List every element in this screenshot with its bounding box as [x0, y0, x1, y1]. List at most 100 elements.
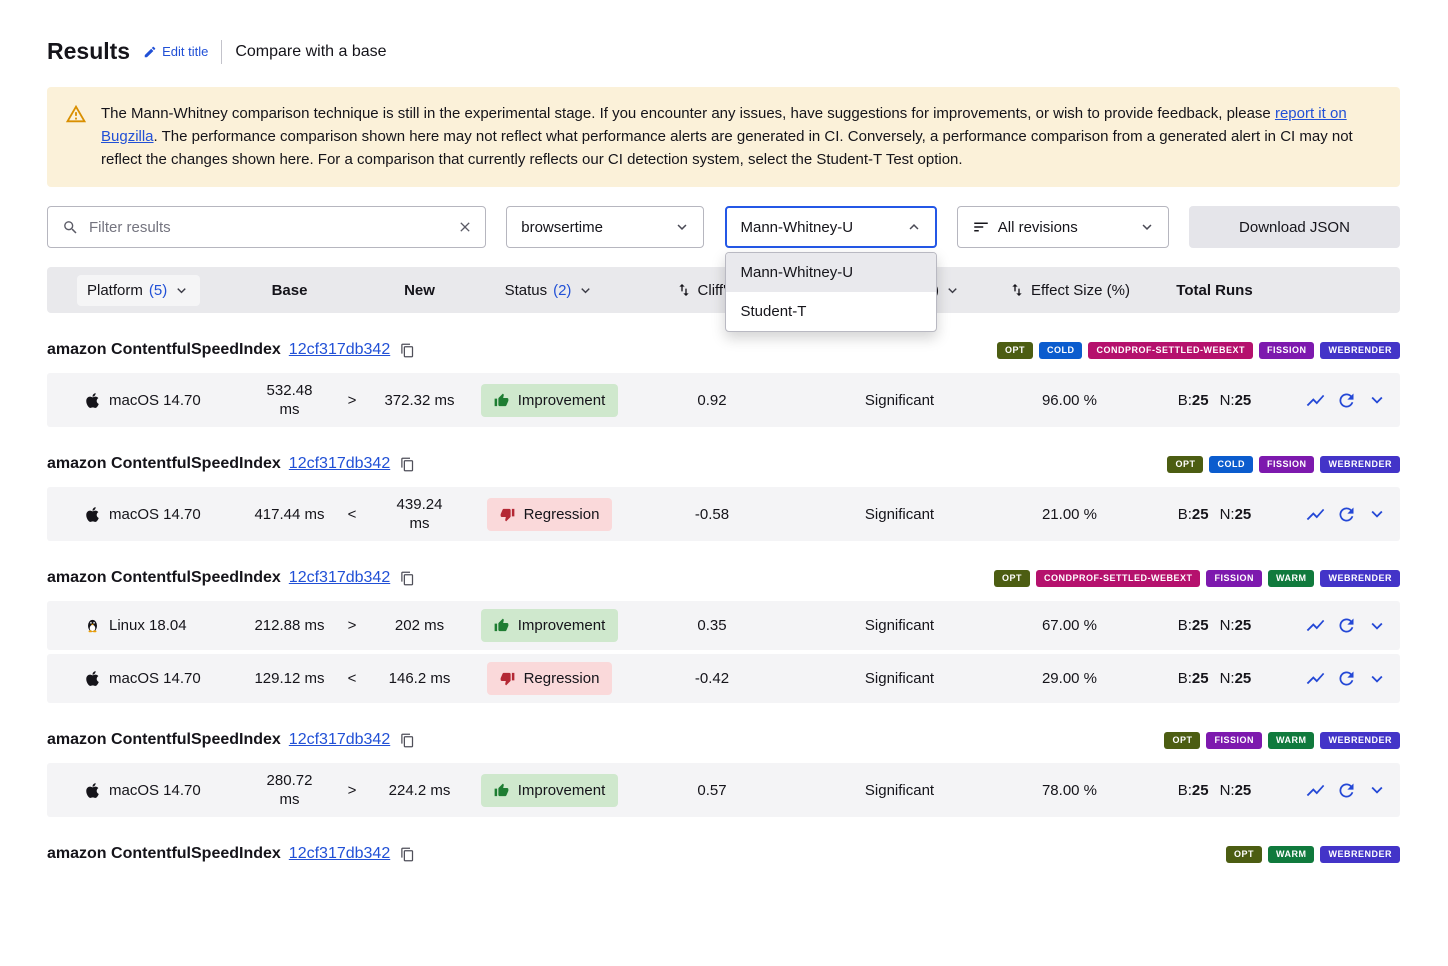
new-runs: N:25: [1220, 617, 1252, 634]
total-runs-value: B:25N:25: [1132, 782, 1297, 799]
graph-button[interactable]: [1305, 390, 1326, 411]
tag-badge: FISSION: [1206, 732, 1262, 749]
tag-badge: FISSION: [1259, 342, 1315, 359]
copy-icon: [400, 571, 415, 586]
refresh-icon: [1336, 390, 1357, 411]
expand-row-button[interactable]: [1366, 779, 1388, 801]
edit-title-label: Edit title: [162, 44, 208, 59]
platform-filter-dropdown[interactable]: Platform (5): [77, 275, 200, 306]
chevron-down-icon: [173, 282, 190, 299]
test-dropdown[interactable]: Mann-Whitney-U: [725, 206, 937, 248]
revision-link[interactable]: 12cf317db342: [289, 455, 390, 473]
tag-badge: WARM: [1268, 570, 1315, 587]
clear-search-button[interactable]: [457, 219, 473, 235]
new-runs: N:25: [1220, 392, 1252, 409]
search-input[interactable]: [89, 219, 447, 236]
copy-button[interactable]: [400, 571, 415, 586]
test-option-menu-item[interactable]: Mann-Whitney-U: [726, 253, 936, 292]
copy-icon: [400, 343, 415, 358]
tag-badge: WEBRENDER: [1320, 342, 1400, 359]
revision-link[interactable]: 12cf317db342: [289, 845, 390, 863]
base-value: 129.12 ms: [247, 669, 332, 688]
new-runs-count: 25: [1235, 782, 1252, 799]
cliffs-delta-value: 0.35: [632, 616, 792, 635]
base-runs-label: B:: [1178, 782, 1192, 799]
expand-row-button[interactable]: [1366, 389, 1388, 411]
graph-button[interactable]: [1305, 504, 1326, 525]
expand-row-button[interactable]: [1366, 503, 1388, 525]
copy-button[interactable]: [400, 847, 415, 862]
graph-button[interactable]: [1305, 615, 1326, 636]
status-column-label: Status: [505, 282, 548, 299]
refresh-icon: [1336, 668, 1357, 689]
platform-label: macOS 14.70: [109, 506, 201, 523]
base-runs: B:25: [1178, 392, 1209, 409]
effect-size-sort-button[interactable]: Effect Size (%): [1009, 282, 1130, 299]
platform-cell: macOS 14.70: [47, 506, 247, 523]
retrigger-button[interactable]: [1336, 504, 1357, 525]
status-filter-dropdown[interactable]: Status (2): [495, 275, 605, 306]
revision-link[interactable]: 12cf317db342: [289, 341, 390, 359]
new-runs-count: 25: [1235, 617, 1252, 634]
tag-badge: CONDPROF-SETTLED-WEBEXT: [1036, 570, 1201, 587]
apple-icon: [85, 782, 100, 799]
status-cell: Regression: [467, 498, 632, 531]
status-cell: Regression: [467, 662, 632, 695]
retrigger-button[interactable]: [1336, 615, 1357, 636]
expand-row-button[interactable]: [1366, 668, 1388, 690]
results-list: amazon ContentfulSpeedIndex12cf317db342O…: [47, 341, 1400, 863]
framework-dropdown[interactable]: browsertime: [506, 206, 704, 248]
copy-button[interactable]: [400, 733, 415, 748]
group-header: amazon ContentfulSpeedIndex12cf317db342O…: [47, 569, 1400, 587]
retrigger-button[interactable]: [1336, 668, 1357, 689]
tag-badge: OPT: [997, 342, 1033, 359]
tag-list: OPTFISSIONWARMWEBRENDER: [1164, 732, 1400, 749]
retrigger-button[interactable]: [1336, 390, 1357, 411]
retrigger-button[interactable]: [1336, 780, 1357, 801]
cliffs-delta-value: 0.92: [632, 391, 792, 410]
graph-button[interactable]: [1305, 668, 1326, 689]
result-group: amazon ContentfulSpeedIndex12cf317db342O…: [47, 569, 1400, 703]
status-badge: Regression: [487, 662, 613, 695]
new-column-header: New: [372, 282, 467, 299]
status-cell: Improvement: [467, 609, 632, 642]
result-row: macOS 14.70129.12 ms<146.2 msRegression-…: [47, 654, 1400, 703]
revisions-dropdown[interactable]: All revisions: [957, 206, 1169, 248]
experimental-warning-banner: The Mann-Whitney comparison technique is…: [47, 87, 1400, 187]
base-runs-count: 25: [1192, 506, 1209, 523]
linux-icon: [85, 617, 100, 634]
expand-row-button[interactable]: [1366, 615, 1388, 637]
base-column-header: Base: [247, 282, 332, 299]
chart-line-icon: [1305, 615, 1326, 636]
test-option-menu-item[interactable]: Student-T: [726, 292, 936, 331]
total-runs-value: B:25 N:25: [1132, 392, 1297, 409]
tag-badge: WEBRENDER: [1320, 846, 1400, 863]
copy-button[interactable]: [400, 343, 415, 358]
download-json-button[interactable]: Download JSON: [1189, 206, 1400, 248]
base-runs-count: 25: [1192, 782, 1209, 799]
new-runs-count: 25: [1235, 670, 1252, 687]
revision-link[interactable]: 12cf317db342: [289, 731, 390, 749]
result-group: amazon ContentfulSpeedIndex12cf317db342O…: [47, 341, 1400, 427]
edit-title-button[interactable]: Edit title: [143, 44, 208, 59]
tag-badge: OPT: [1167, 456, 1203, 473]
significance-value: Significant: [792, 669, 1007, 688]
copy-button[interactable]: [400, 457, 415, 472]
status-label: Regression: [524, 670, 600, 687]
sort-icon: [1009, 282, 1025, 298]
base-value: 417.44 ms: [247, 505, 332, 524]
total-runs-value: B:25N:25: [1132, 506, 1297, 523]
status-badge: Improvement: [481, 609, 619, 642]
graph-button[interactable]: [1305, 780, 1326, 801]
revision-link[interactable]: 12cf317db342: [289, 569, 390, 587]
base-runs-count: 25: [1192, 617, 1209, 634]
comparison-sign: >: [332, 391, 372, 410]
effect-size-value: 67.00 %: [1007, 616, 1132, 635]
result-row: macOS 14.70532.48 ms>372.32 msImprovemen…: [47, 373, 1400, 427]
platform-column-label: Platform: [87, 282, 143, 299]
chevron-down-icon: [944, 282, 961, 299]
result-row: macOS 14.70417.44 ms<439.24 msRegression…: [47, 487, 1400, 541]
result-group: amazon ContentfulSpeedIndex12cf317db342O…: [47, 845, 1400, 863]
effect-size-value: 21.00 %: [1007, 505, 1132, 524]
base-runs: B:25: [1178, 506, 1209, 523]
